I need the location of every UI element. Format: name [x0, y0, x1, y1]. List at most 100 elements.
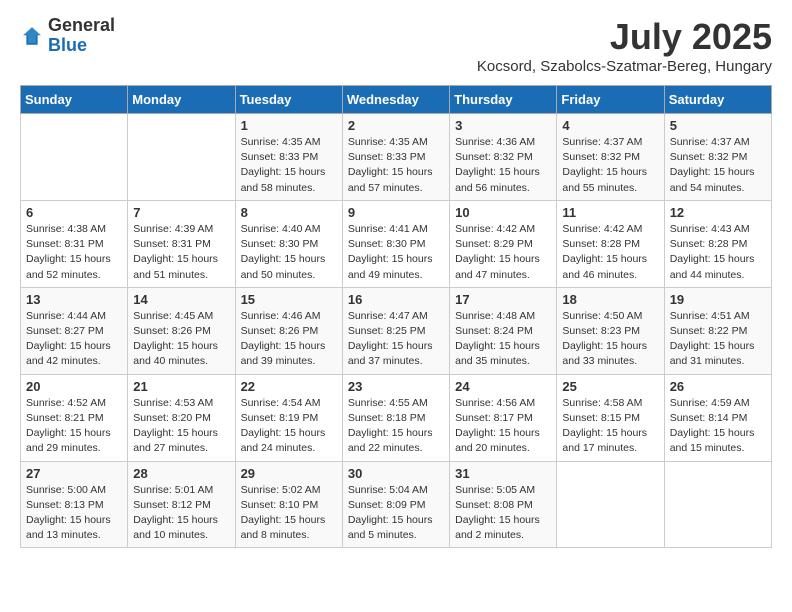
logo-general-text: General	[48, 16, 115, 36]
day-number: 10	[455, 205, 551, 220]
day-info: Sunrise: 5:00 AM Sunset: 8:13 PM Dayligh…	[26, 483, 122, 544]
day-number: 25	[562, 379, 658, 394]
calendar-cell	[21, 114, 128, 201]
calendar-cell: 8 Sunrise: 4:40 AM Sunset: 8:30 PM Daylig…	[235, 200, 342, 287]
day-number: 3	[455, 118, 551, 133]
day-number: 31	[455, 466, 551, 481]
calendar-cell: 2 Sunrise: 4:35 AM Sunset: 8:33 PM Daylig…	[342, 114, 449, 201]
calendar-cell: 30 Sunrise: 5:04 AM Sunset: 8:09 PM Dayli…	[342, 461, 449, 548]
day-info: Sunrise: 4:35 AM Sunset: 8:33 PM Dayligh…	[348, 135, 444, 196]
day-info: Sunrise: 4:46 AM Sunset: 8:26 PM Dayligh…	[241, 309, 337, 370]
calendar-cell	[557, 461, 664, 548]
logo-icon	[20, 24, 44, 48]
day-info: Sunrise: 4:37 AM Sunset: 8:32 PM Dayligh…	[670, 135, 766, 196]
calendar-cell	[128, 114, 235, 201]
day-number: 30	[348, 466, 444, 481]
day-info: Sunrise: 4:47 AM Sunset: 8:25 PM Dayligh…	[348, 309, 444, 370]
day-number: 14	[133, 292, 229, 307]
calendar-cell: 28Sunrise: 5:01 AM Sunset: 8:12 PM Dayli…	[128, 461, 235, 548]
day-number: 9	[348, 205, 444, 220]
day-info: Sunrise: 5:05 AM Sunset: 8:08 PM Dayligh…	[455, 483, 551, 544]
weekday-header-monday: Monday	[128, 86, 235, 114]
day-number: 27	[26, 466, 122, 481]
day-info: Sunrise: 4:53 AM Sunset: 8:20 PM Dayligh…	[133, 396, 229, 457]
day-number: 29	[241, 466, 337, 481]
weekday-header-tuesday: Tuesday	[235, 86, 342, 114]
day-number: 5	[670, 118, 766, 133]
day-info: Sunrise: 4:43 AM Sunset: 8:28 PM Dayligh…	[670, 222, 766, 283]
day-number: 23	[348, 379, 444, 394]
calendar-cell: 9 Sunrise: 4:41 AM Sunset: 8:30 PM Daylig…	[342, 200, 449, 287]
calendar-cell: 26Sunrise: 4:59 AM Sunset: 8:14 PM Dayli…	[664, 374, 771, 461]
calendar-cell: 10 Sunrise: 4:42 AM Sunset: 8:29 PM Dayli…	[450, 200, 557, 287]
day-info: Sunrise: 4:41 AM Sunset: 8:30 PM Dayligh…	[348, 222, 444, 283]
calendar-cell: 14 Sunrise: 4:45 AM Sunset: 8:26 PM Dayli…	[128, 287, 235, 374]
day-info: Sunrise: 4:38 AM Sunset: 8:31 PM Dayligh…	[26, 222, 122, 283]
calendar-cell: 25 Sunrise: 4:58 AM Sunset: 8:15 PM Dayli…	[557, 374, 664, 461]
weekday-header-row: SundayMondayTuesdayWednesdayThursdayFrid…	[21, 86, 772, 114]
weekday-header-friday: Friday	[557, 86, 664, 114]
page-header: General Blue July 2025 Kocsord, Szabolcs…	[20, 16, 772, 75]
calendar-week-4: 20Sunrise: 4:52 AM Sunset: 8:21 PM Dayli…	[21, 374, 772, 461]
day-number: 24	[455, 379, 551, 394]
day-info: Sunrise: 4:48 AM Sunset: 8:24 PM Dayligh…	[455, 309, 551, 370]
calendar-cell: 6Sunrise: 4:38 AM Sunset: 8:31 PM Daylig…	[21, 200, 128, 287]
calendar-table: SundayMondayTuesdayWednesdayThursdayFrid…	[20, 85, 772, 548]
weekday-header-sunday: Sunday	[21, 86, 128, 114]
day-info: Sunrise: 4:55 AM Sunset: 8:18 PM Dayligh…	[348, 396, 444, 457]
calendar-cell: 16Sunrise: 4:47 AM Sunset: 8:25 PM Dayli…	[342, 287, 449, 374]
day-info: Sunrise: 4:56 AM Sunset: 8:17 PM Dayligh…	[455, 396, 551, 457]
calendar-cell: 21 Sunrise: 4:53 AM Sunset: 8:20 PM Dayli…	[128, 374, 235, 461]
logo-text: General Blue	[48, 16, 115, 56]
day-number: 13	[26, 292, 122, 307]
calendar-week-2: 6Sunrise: 4:38 AM Sunset: 8:31 PM Daylig…	[21, 200, 772, 287]
calendar-cell: 17 Sunrise: 4:48 AM Sunset: 8:24 PM Dayli…	[450, 287, 557, 374]
day-number: 8	[241, 205, 337, 220]
day-number: 2	[348, 118, 444, 133]
day-number: 28	[133, 466, 229, 481]
weekday-header-saturday: Saturday	[664, 86, 771, 114]
day-info: Sunrise: 4:39 AM Sunset: 8:31 PM Dayligh…	[133, 222, 229, 283]
calendar-week-3: 13 Sunrise: 4:44 AM Sunset: 8:27 PM Dayli…	[21, 287, 772, 374]
calendar-cell: 23 Sunrise: 4:55 AM Sunset: 8:18 PM Dayli…	[342, 374, 449, 461]
location-title: Kocsord, Szabolcs-Szatmar-Bereg, Hungary	[477, 58, 772, 75]
calendar-week-1: 1 Sunrise: 4:35 AM Sunset: 8:33 PM Daylig…	[21, 114, 772, 201]
day-number: 18	[562, 292, 658, 307]
calendar-cell	[664, 461, 771, 548]
day-number: 21	[133, 379, 229, 394]
calendar-cell: 1 Sunrise: 4:35 AM Sunset: 8:33 PM Daylig…	[235, 114, 342, 201]
calendar-cell: 13 Sunrise: 4:44 AM Sunset: 8:27 PM Dayli…	[21, 287, 128, 374]
calendar-cell: 12 Sunrise: 4:43 AM Sunset: 8:28 PM Dayli…	[664, 200, 771, 287]
calendar-cell: 24 Sunrise: 4:56 AM Sunset: 8:17 PM Dayli…	[450, 374, 557, 461]
day-info: Sunrise: 4:44 AM Sunset: 8:27 PM Dayligh…	[26, 309, 122, 370]
day-info: Sunrise: 4:59 AM Sunset: 8:14 PM Dayligh…	[670, 396, 766, 457]
day-info: Sunrise: 4:37 AM Sunset: 8:32 PM Dayligh…	[562, 135, 658, 196]
day-number: 19	[670, 292, 766, 307]
day-number: 11	[562, 205, 658, 220]
day-info: Sunrise: 4:35 AM Sunset: 8:33 PM Dayligh…	[241, 135, 337, 196]
weekday-header-wednesday: Wednesday	[342, 86, 449, 114]
day-info: Sunrise: 5:04 AM Sunset: 8:09 PM Dayligh…	[348, 483, 444, 544]
day-info: Sunrise: 4:42 AM Sunset: 8:29 PM Dayligh…	[455, 222, 551, 283]
day-info: Sunrise: 4:40 AM Sunset: 8:30 PM Dayligh…	[241, 222, 337, 283]
day-info: Sunrise: 4:54 AM Sunset: 8:19 PM Dayligh…	[241, 396, 337, 457]
calendar-cell: 5 Sunrise: 4:37 AM Sunset: 8:32 PM Daylig…	[664, 114, 771, 201]
day-info: Sunrise: 4:42 AM Sunset: 8:28 PM Dayligh…	[562, 222, 658, 283]
calendar-cell: 11 Sunrise: 4:42 AM Sunset: 8:28 PM Dayli…	[557, 200, 664, 287]
day-info: Sunrise: 4:58 AM Sunset: 8:15 PM Dayligh…	[562, 396, 658, 457]
day-number: 15	[241, 292, 337, 307]
calendar-cell: 18 Sunrise: 4:50 AM Sunset: 8:23 PM Dayli…	[557, 287, 664, 374]
day-info: Sunrise: 4:50 AM Sunset: 8:23 PM Dayligh…	[562, 309, 658, 370]
calendar-week-5: 27 Sunrise: 5:00 AM Sunset: 8:13 PM Dayli…	[21, 461, 772, 548]
day-number: 12	[670, 205, 766, 220]
calendar-cell: 27 Sunrise: 5:00 AM Sunset: 8:13 PM Dayli…	[21, 461, 128, 548]
day-number: 7	[133, 205, 229, 220]
calendar-cell: 31 Sunrise: 5:05 AM Sunset: 8:08 PM Dayli…	[450, 461, 557, 548]
day-info: Sunrise: 4:45 AM Sunset: 8:26 PM Dayligh…	[133, 309, 229, 370]
calendar-cell: 4Sunrise: 4:37 AM Sunset: 8:32 PM Daylig…	[557, 114, 664, 201]
day-number: 22	[241, 379, 337, 394]
day-number: 1	[241, 118, 337, 133]
day-info: Sunrise: 4:36 AM Sunset: 8:32 PM Dayligh…	[455, 135, 551, 196]
calendar-cell: 15 Sunrise: 4:46 AM Sunset: 8:26 PM Dayli…	[235, 287, 342, 374]
day-number: 17	[455, 292, 551, 307]
